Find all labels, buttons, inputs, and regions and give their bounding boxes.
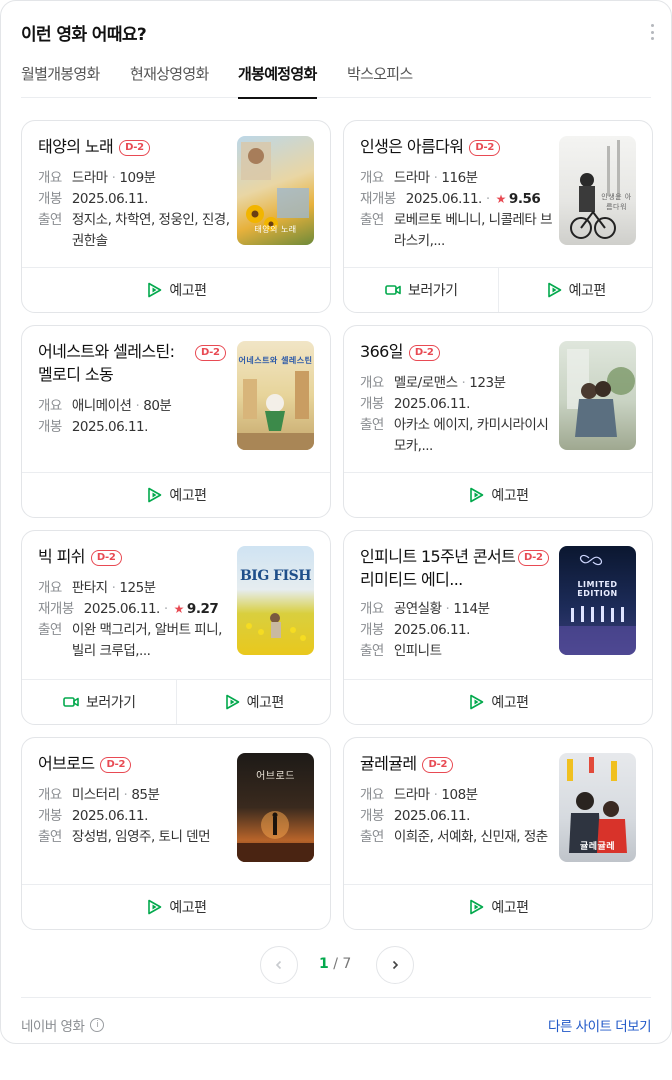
source-bar: 네이버 영화 i 다른 사이트 더보기 bbox=[21, 997, 651, 1045]
movie-card[interactable]: 어브로드 D-2 개요 미스터리 · 85분 개봉 2025.06.11. 출연 장성범, … bbox=[21, 737, 331, 930]
movie-info: 개요 공연실황 · 114분 개봉 2025.06.11. 출연 인피니트 bbox=[360, 599, 556, 662]
trailer-button[interactable]: 예고편 bbox=[175, 680, 331, 724]
cast-list: 아카소 에이지, 카미시라이시 모카,... bbox=[393, 417, 549, 454]
rating-score: 9.27 bbox=[186, 601, 219, 617]
d-day-badge: D-2 bbox=[90, 550, 122, 566]
d-day-badge: D-2 bbox=[408, 345, 440, 361]
movie-info: 개요 애니메이션 · 80분 개봉 2025.06.11. bbox=[38, 398, 172, 435]
tab-upcoming[interactable]: 개봉예정영화 bbox=[238, 58, 317, 99]
watch-button[interactable]: 보러가기 bbox=[344, 268, 498, 312]
next-page-button[interactable] bbox=[376, 946, 414, 984]
trailer-button[interactable]: 예고편 bbox=[344, 473, 652, 517]
cast-list: 로베르토 베니니, 니콜레타 브라스키,... bbox=[393, 212, 553, 249]
d-day-badge: D-2 bbox=[100, 757, 132, 773]
movie-title[interactable]: 인생은 아름다워 bbox=[360, 137, 464, 156]
video-camera-icon bbox=[63, 697, 79, 707]
d-day-badge: D-2 bbox=[119, 140, 150, 156]
movie-info: 개요 판타지 · 125분 재개봉 2025.06.11. · ★ 9.27 출연 이완 맥그리… bbox=[38, 578, 234, 662]
movie-info: 개요 미스터리 · 85분 개봉 2025.06.11. 출연 장성범, 임영주, 토니 … bbox=[38, 785, 234, 848]
d-day-badge: D-2 bbox=[469, 140, 501, 156]
rating-score: 9.56 bbox=[508, 191, 541, 207]
movie-card[interactable]: 인생은 아름다워 D-2 개요 드라마 · 116분 재개봉 2025.06.11. · ★ 9… bbox=[343, 120, 653, 313]
play-icon bbox=[225, 694, 239, 710]
chevron-left-icon bbox=[275, 960, 282, 970]
movie-recommendation-panel: 이런 영화 어때요? 월별개봉영화 현재상영영화 개봉예정영화 박스오피스 태양… bbox=[0, 0, 672, 1044]
movie-poster[interactable]: BIG FISH bbox=[237, 546, 314, 655]
movie-poster[interactable] bbox=[559, 341, 636, 450]
trailer-button[interactable]: 예고편 bbox=[22, 885, 330, 929]
trailer-button[interactable]: 예고편 bbox=[22, 473, 330, 517]
d-day-badge: D-2 bbox=[422, 757, 454, 773]
movie-card[interactable]: 태양의 노래 D-2 개요 드라마 · 109분 개봉 2025.06.11. 출연 정지소… bbox=[21, 120, 331, 313]
section-title: 이런 영화 어때요? bbox=[21, 25, 147, 45]
play-icon bbox=[148, 282, 162, 298]
cast-list: 이희준, 서예화, 신민재, 정춘 bbox=[393, 829, 548, 845]
movie-info: 개요 드라마 · 109분 개봉 2025.06.11. 출연 정지소, 차학연, 정웅인… bbox=[38, 168, 234, 252]
pagination: 1 / 7 bbox=[1, 946, 671, 984]
movie-info: 개요 드라마 · 108분 개봉 2025.06.11. 출연 이희준, 서예화, 신민재… bbox=[360, 785, 556, 848]
trailer-button[interactable]: 예고편 bbox=[344, 885, 652, 929]
play-icon bbox=[470, 899, 484, 915]
movie-poster[interactable]: 태양의 노래 bbox=[237, 136, 314, 245]
movie-poster[interactable]: 인생은 아름다워 bbox=[559, 136, 636, 245]
movie-card[interactable]: 어네스트와 셀레스틴: 멜로디 소동 D-2 개요 애니메이션 · 80분 개봉 202… bbox=[21, 325, 331, 518]
movie-poster[interactable]: 귤레귤레 bbox=[559, 753, 636, 862]
movie-title[interactable]: 인피니트 15주년 콘서트 리미티드 에디... bbox=[360, 547, 516, 589]
movie-title[interactable]: 빅 피쉬 bbox=[38, 547, 85, 566]
page-indicator: 1 / 7 bbox=[319, 956, 352, 972]
movie-card[interactable]: 빅 피쉬 D-2 개요 판타지 · 125분 재개봉 2025.06.11. · ★ 9.27 … bbox=[21, 530, 331, 725]
more-options-icon[interactable] bbox=[646, 22, 658, 42]
tab-now-showing[interactable]: 현재상영영화 bbox=[130, 58, 209, 98]
play-icon bbox=[148, 487, 162, 503]
movie-title[interactable]: 태양의 노래 bbox=[38, 137, 114, 156]
movie-card[interactable]: 366일 D-2 개요 멜로/로맨스 · 123분 개봉 2025.06.11. 출연 아카… bbox=[343, 325, 653, 518]
movie-poster[interactable]: 어브로드 bbox=[237, 753, 314, 862]
trailer-button[interactable]: 예고편 bbox=[22, 268, 330, 312]
info-icon[interactable]: i bbox=[90, 1018, 105, 1032]
video-camera-icon bbox=[385, 285, 401, 295]
movie-title[interactable]: 어브로드 bbox=[38, 754, 95, 773]
play-icon bbox=[547, 282, 561, 298]
play-icon bbox=[148, 899, 162, 915]
source-label: 네이버 영화 bbox=[21, 1019, 85, 1035]
movie-poster[interactable]: 어네스트와 셀레스틴 bbox=[237, 341, 314, 450]
cast-list: 장성범, 임영주, 토니 덴먼 bbox=[71, 829, 211, 845]
tab-box-office[interactable]: 박스오피스 bbox=[347, 58, 413, 98]
play-icon bbox=[470, 487, 484, 503]
movie-poster[interactable]: LIMITED EDITION bbox=[559, 546, 636, 655]
movie-card[interactable]: 귤레귤레 D-2 개요 드라마 · 108분 개봉 2025.06.11. 출연 이희준, … bbox=[343, 737, 653, 930]
star-icon: ★ bbox=[495, 192, 507, 206]
movie-info: 개요 드라마 · 116분 재개봉 2025.06.11. · ★ 9.56 출연 로베르토 베… bbox=[360, 168, 556, 252]
tab-bar: 월별개봉영화 현재상영영화 개봉예정영화 박스오피스 bbox=[21, 58, 651, 99]
movie-title[interactable]: 귤레귤레 bbox=[360, 754, 417, 773]
prev-page-button[interactable] bbox=[260, 946, 298, 984]
trailer-button[interactable]: 예고편 bbox=[497, 268, 653, 312]
tab-monthly-release[interactable]: 월별개봉영화 bbox=[21, 58, 100, 98]
movie-card[interactable]: 인피니트 15주년 콘서트 리미티드 에디... D-2 개요 공연실황 · 114분… bbox=[343, 530, 653, 725]
star-icon: ★ bbox=[173, 602, 185, 616]
movie-info: 개요 멜로/로맨스 · 123분 개봉 2025.06.11. 출연 아카소 에이지, 카… bbox=[360, 373, 556, 457]
movie-title[interactable]: 어네스트와 셀레스틴: 멜로디 소동 bbox=[38, 342, 175, 384]
cast-list: 이완 맥그리거, 알버트 피니, 빌리 크루덥,... bbox=[71, 622, 223, 659]
d-day-badge: D-2 bbox=[195, 345, 226, 361]
cast-list: 인피니트 bbox=[393, 643, 442, 659]
watch-button[interactable]: 보러가기 bbox=[22, 680, 176, 724]
chevron-right-icon bbox=[392, 960, 399, 970]
d-day-badge: D-2 bbox=[518, 550, 549, 566]
more-sites-link[interactable]: 다른 사이트 더보기 bbox=[548, 1015, 651, 1035]
cast-list: 정지소, 차학연, 정웅인, 진경, 권한솔 bbox=[71, 212, 230, 249]
movie-title[interactable]: 366일 bbox=[360, 342, 403, 361]
play-icon bbox=[470, 694, 484, 710]
trailer-button[interactable]: 예고편 bbox=[344, 680, 652, 724]
